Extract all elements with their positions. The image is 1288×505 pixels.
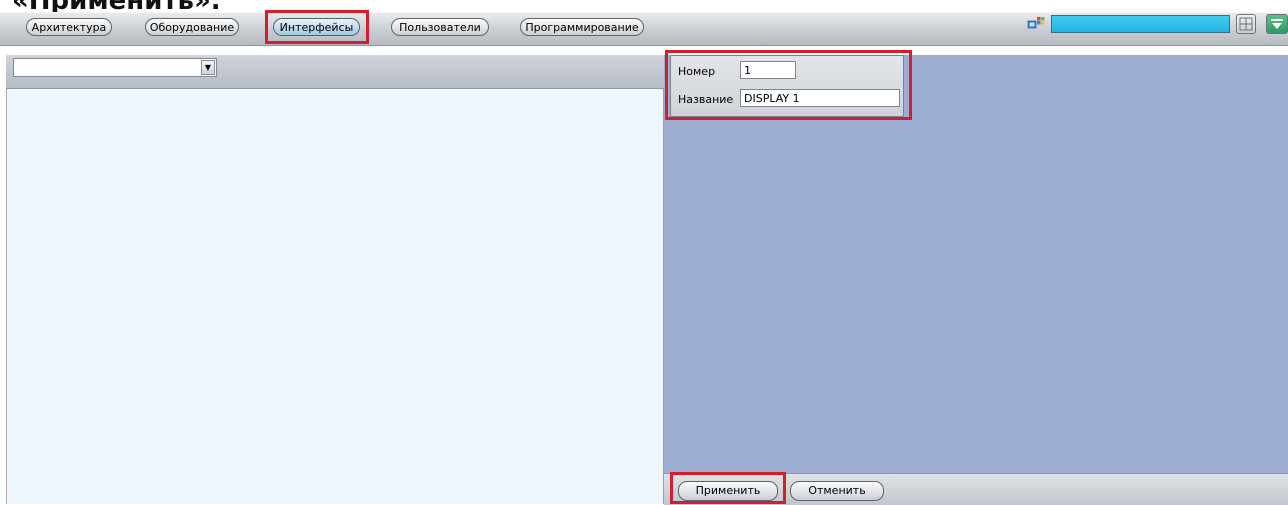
left-tree-pane[interactable]: [6, 89, 664, 504]
cancel-button[interactable]: Отменить: [790, 481, 884, 501]
tab-users[interactable]: Пользователи: [391, 18, 489, 36]
chevron-down-icon[interactable]: ▼: [201, 60, 215, 75]
highlight-properties: [665, 50, 912, 120]
left-panel-combo[interactable]: ▼: [13, 58, 217, 77]
windows-logo-icon[interactable]: [1027, 16, 1045, 30]
tab-programming[interactable]: Программирование: [520, 18, 644, 36]
layout-grid-icon[interactable]: [1236, 14, 1256, 34]
tab-equipment[interactable]: Оборудование: [145, 18, 239, 36]
highlight-tab-interfaces: [265, 10, 369, 44]
tab-architecture[interactable]: Архитектура: [26, 18, 112, 36]
dropdown-arrow-icon[interactable]: [1266, 14, 1288, 34]
toolbar-search-input[interactable]: [1051, 15, 1230, 33]
highlight-apply-button: [670, 472, 786, 504]
